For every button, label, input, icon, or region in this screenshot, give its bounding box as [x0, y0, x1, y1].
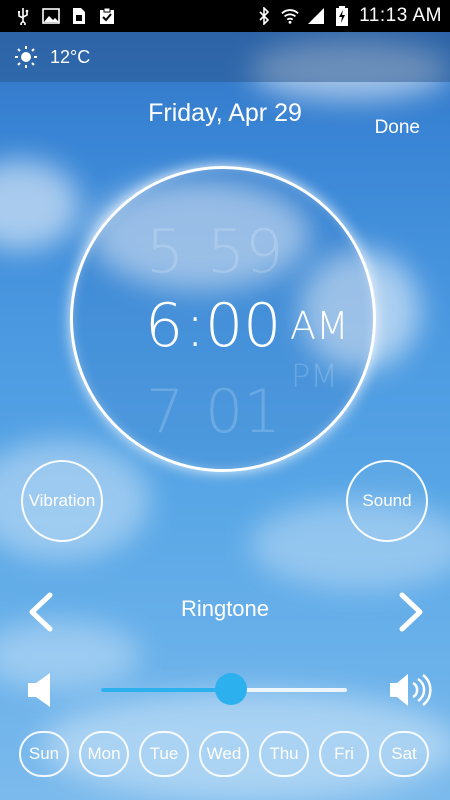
vibration-toggle[interactable]: Vibration [21, 460, 103, 542]
day-toggle-tue[interactable]: Tue [139, 731, 189, 777]
clipboard-icon [98, 7, 116, 25]
hour-prev[interactable]: 5 [146, 217, 184, 287]
day-toggle-mon[interactable]: Mon [79, 731, 129, 777]
image-icon [42, 7, 60, 25]
battery-charging-icon [333, 6, 351, 26]
volume-max-icon[interactable] [388, 670, 432, 710]
day-toggle-wed[interactable]: Wed [199, 731, 249, 777]
status-time: 11:13 AM [359, 5, 442, 26]
hour-value[interactable]: 6 [145, 291, 183, 361]
status-bar: 11:13 AM [0, 0, 450, 32]
alarm-screen: 11:13 AM 12°C Friday, Apr 29 Done 5 59 6… [0, 0, 450, 800]
time-picker-dial[interactable]: 5 59 6 : 00 AM 7 01 PM [70, 166, 376, 472]
usb-icon [14, 7, 32, 25]
weather-bar: 12°C [0, 32, 450, 82]
ringtone-next-button[interactable] [396, 592, 426, 632]
volume-mute-icon[interactable] [24, 670, 68, 710]
sun-icon [14, 45, 38, 69]
minute-next[interactable]: 01 [205, 377, 281, 447]
ampm-value[interactable]: AM [290, 304, 349, 348]
repeat-days: Sun Mon Tue Wed Thu Fri Sat [19, 731, 429, 777]
hour-next[interactable]: 7 [146, 377, 184, 447]
time-separator: : [185, 291, 206, 361]
minute-prev[interactable]: 59 [207, 217, 283, 287]
minute-value[interactable]: 00 [205, 291, 281, 361]
done-button[interactable]: Done [375, 117, 420, 139]
temperature: 12°C [50, 46, 91, 67]
wifi-icon [281, 7, 299, 25]
volume-slider-fill [101, 688, 232, 692]
day-toggle-fri[interactable]: Fri [319, 731, 369, 777]
day-toggle-sun[interactable]: Sun [19, 731, 69, 777]
sim-icon [70, 7, 88, 25]
ampm-next[interactable]: PM [291, 357, 338, 395]
day-toggle-thu[interactable]: Thu [259, 731, 309, 777]
sound-toggle[interactable]: Sound [346, 460, 428, 542]
signal-icon [307, 7, 325, 25]
ringtone-label[interactable]: Ringtone [0, 596, 450, 622]
bluetooth-icon [255, 7, 273, 25]
day-toggle-sat[interactable]: Sat [379, 731, 429, 777]
chevron-right-icon [396, 592, 426, 636]
